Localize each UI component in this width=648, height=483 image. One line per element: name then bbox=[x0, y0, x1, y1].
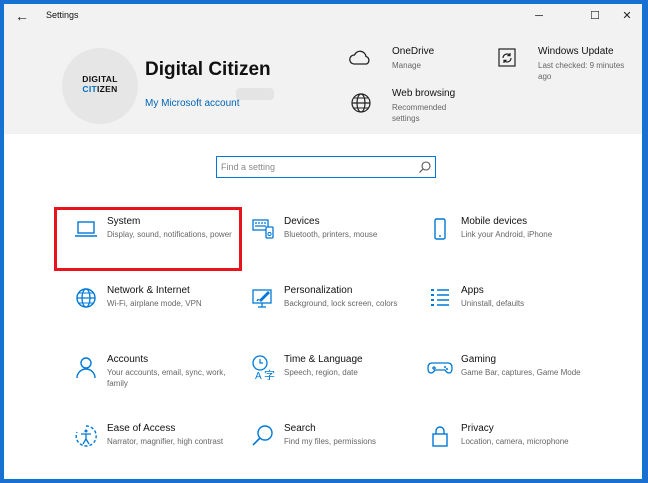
tile-network[interactable]: Network & Internet Wi-Fi, airplane mode,… bbox=[57, 285, 227, 347]
account-header: DIGITAL CITIZEN Digital Citizen My Micro… bbox=[4, 28, 642, 134]
onedrive-sub: Manage bbox=[392, 61, 421, 70]
tile-devices[interactable]: Devices Bluetooth, printers, mouse bbox=[234, 216, 404, 278]
tile-time-language-desc: Speech, region, date bbox=[284, 368, 358, 377]
phone-icon bbox=[427, 216, 453, 242]
web-browsing-sub: Recommended settings bbox=[392, 103, 447, 123]
person-icon bbox=[73, 354, 99, 380]
svg-text:A: A bbox=[255, 371, 262, 380]
tile-search[interactable]: Search Find my files, permissions bbox=[234, 423, 404, 479]
tile-devices-name: Devices bbox=[284, 216, 320, 227]
update-icon bbox=[494, 46, 520, 70]
tile-search-name: Search bbox=[284, 423, 316, 434]
tile-time-language-name: Time & Language bbox=[284, 354, 363, 365]
windows-update-title: Windows Update bbox=[538, 46, 614, 57]
system-highlight-box bbox=[54, 207, 242, 271]
devices-icon bbox=[250, 216, 276, 242]
globe-icon bbox=[348, 91, 374, 115]
tile-ease-of-access-desc: Narrator, magnifier, high contrast bbox=[107, 437, 224, 446]
web-browsing-title: Web browsing bbox=[392, 88, 456, 99]
tile-apps-desc: Uninstall, defaults bbox=[461, 299, 525, 308]
tile-personalization[interactable]: Personalization Background, lock screen,… bbox=[234, 285, 404, 347]
search-input[interactable] bbox=[219, 159, 413, 175]
title-bar: ← Settings ─ ☐ ✕ bbox=[4, 4, 642, 28]
tile-accounts[interactable]: Accounts Your accounts, email, sync, wor… bbox=[57, 354, 227, 416]
onedrive-title: OneDrive bbox=[392, 46, 435, 57]
windows-update-sub: Last checked: 9 minutes ago bbox=[538, 61, 625, 81]
tile-network-desc: Wi-Fi, airplane mode, VPN bbox=[107, 299, 202, 308]
paint-icon bbox=[250, 285, 276, 311]
time-language-icon: A字 bbox=[250, 354, 276, 380]
cloud-icon bbox=[348, 46, 374, 70]
tile-apps[interactable]: Apps Uninstall, defaults bbox=[411, 285, 581, 347]
ease-of-access-icon bbox=[73, 423, 99, 449]
tile-mobile-devices-name: Mobile devices bbox=[461, 216, 528, 227]
tile-accounts-desc: Your accounts, email, sync, work, family bbox=[107, 368, 226, 388]
avatar-line-2-rest: IZEN bbox=[97, 84, 118, 94]
back-button[interactable]: ← bbox=[12, 7, 32, 25]
tile-gaming[interactable]: Gaming Game Bar, captures, Game Mode bbox=[411, 354, 581, 416]
windows-update-item[interactable]: Windows Update Last checked: 9 minutes a… bbox=[494, 46, 634, 96]
close-button[interactable]: ✕ bbox=[612, 6, 642, 26]
tile-ease-of-access[interactable]: Ease of Access Narrator, magnifier, high… bbox=[57, 423, 227, 479]
search-box[interactable] bbox=[216, 156, 436, 178]
tile-privacy-desc: Location, camera, microphone bbox=[461, 437, 569, 446]
web-browsing-item[interactable]: Web browsing Recommended settings bbox=[348, 88, 478, 128]
tile-mobile-devices[interactable]: Mobile devices Link your Android, iPhone bbox=[411, 216, 581, 278]
avatar-line-1: DIGITAL bbox=[82, 74, 118, 84]
minimize-button[interactable]: ─ bbox=[524, 6, 554, 26]
tile-privacy-name: Privacy bbox=[461, 423, 494, 434]
apps-list-icon bbox=[427, 285, 453, 311]
svg-text:字: 字 bbox=[264, 368, 275, 380]
tile-search-desc: Find my files, permissions bbox=[284, 437, 377, 446]
onedrive-item[interactable]: OneDrive Manage bbox=[348, 46, 468, 86]
settings-window: ← Settings ─ ☐ ✕ DIGITAL CITIZEN Digital… bbox=[3, 3, 643, 480]
maximize-button[interactable]: ☐ bbox=[580, 6, 610, 26]
tile-personalization-name: Personalization bbox=[284, 285, 353, 296]
lock-icon bbox=[427, 423, 453, 449]
tile-time-language[interactable]: A字 Time & Language Speech, region, date bbox=[234, 354, 404, 416]
avatar-line-2: CITIZEN bbox=[62, 84, 138, 94]
tile-gaming-desc: Game Bar, captures, Game Mode bbox=[461, 368, 581, 377]
tile-devices-desc: Bluetooth, printers, mouse bbox=[284, 230, 378, 239]
globe-icon bbox=[73, 285, 99, 311]
gamepad-icon bbox=[427, 354, 453, 380]
tile-ease-of-access-name: Ease of Access bbox=[107, 423, 176, 434]
microsoft-account-link[interactable]: My Microsoft account bbox=[145, 98, 239, 109]
tile-gaming-name: Gaming bbox=[461, 354, 497, 365]
window-title: Settings bbox=[46, 10, 79, 20]
blurred-email bbox=[236, 88, 274, 100]
avatar: DIGITAL CITIZEN bbox=[62, 48, 138, 124]
account-name: Digital Citizen bbox=[145, 59, 271, 80]
tile-network-name: Network & Internet bbox=[107, 285, 190, 296]
search-icon[interactable] bbox=[418, 160, 432, 174]
search-icon bbox=[250, 423, 276, 449]
tile-accounts-name: Accounts bbox=[107, 354, 149, 365]
tile-mobile-devices-desc: Link your Android, iPhone bbox=[461, 230, 553, 239]
tile-apps-name: Apps bbox=[461, 285, 484, 296]
tile-personalization-desc: Background, lock screen, colors bbox=[284, 299, 398, 308]
avatar-line-2-blue: CIT bbox=[82, 84, 98, 94]
tile-privacy[interactable]: Privacy Location, camera, microphone bbox=[411, 423, 581, 479]
